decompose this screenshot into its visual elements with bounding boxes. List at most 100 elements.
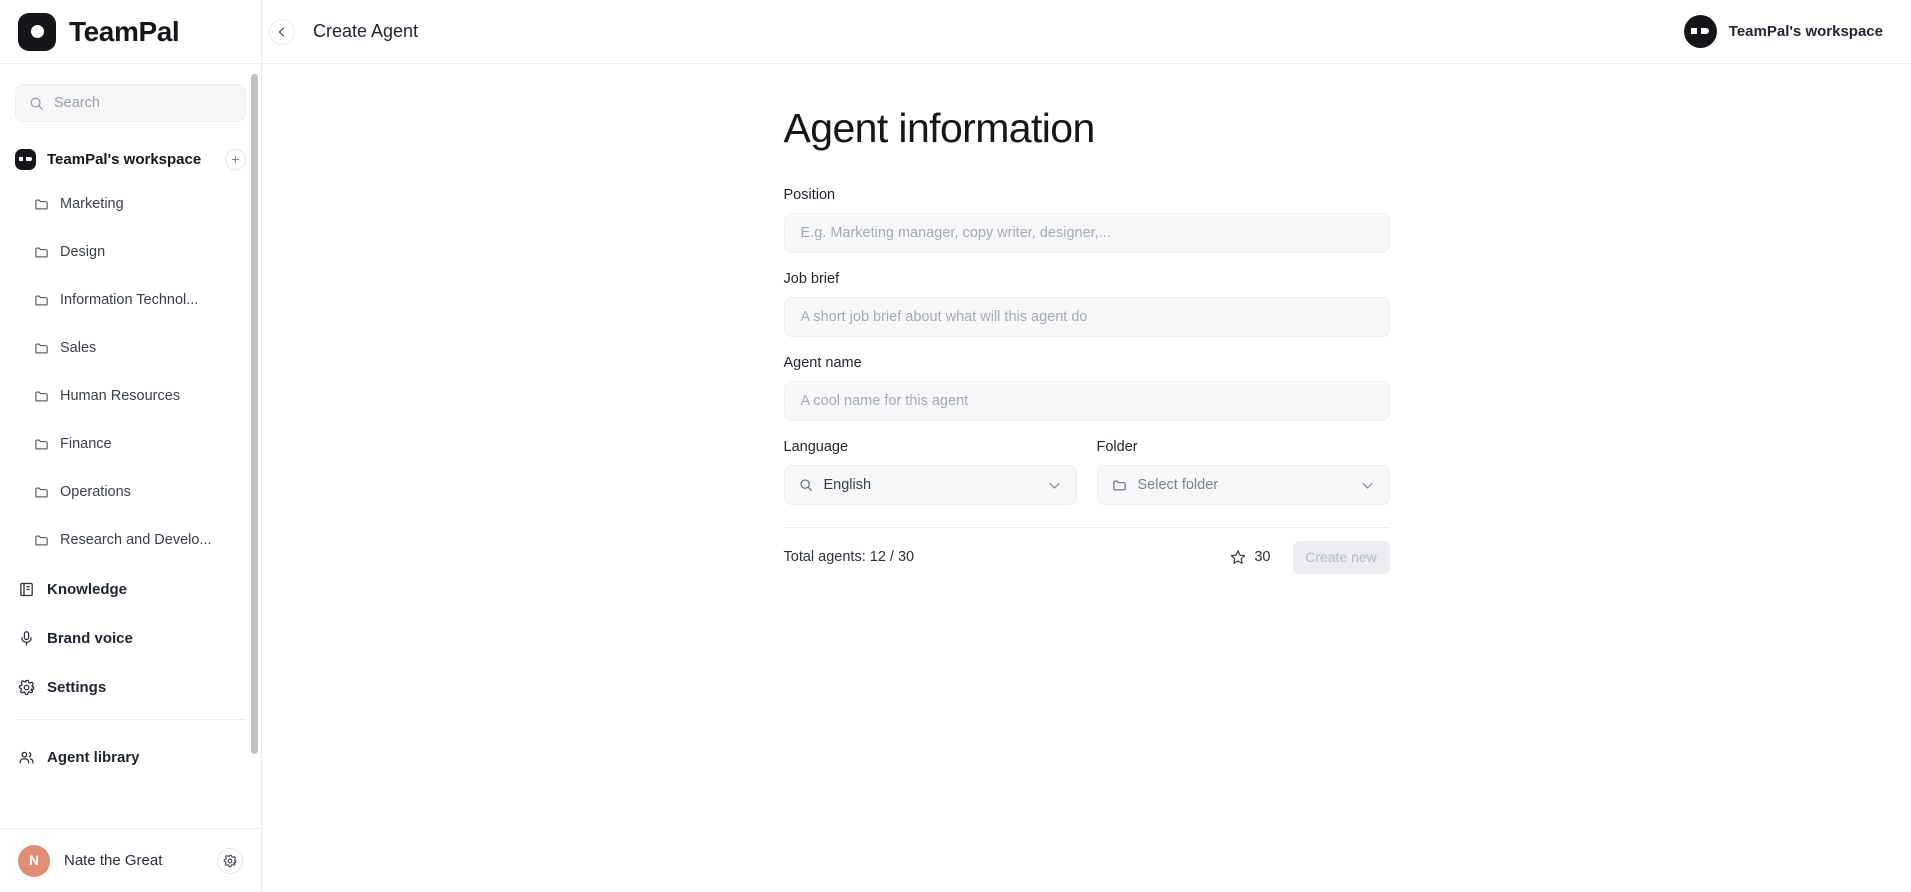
language-label: Language xyxy=(783,439,849,456)
folder-value: Select folder xyxy=(1137,477,1219,494)
book-icon xyxy=(18,581,35,598)
sidebar-item-research-and-development[interactable]: Research and Develo... xyxy=(0,524,261,556)
form-footer: Total agents: 12 / 30 30 Create new xyxy=(784,528,1390,586)
sidebar-workspace-name: TeamPal's workspace xyxy=(47,150,202,168)
folder-icon xyxy=(34,197,49,212)
job-brief-input[interactable]: A short job brief about what will this a… xyxy=(783,297,1390,338)
star-icon xyxy=(1230,549,1246,565)
sidebar-item-finance[interactable]: Finance xyxy=(0,428,261,460)
agent-name-placeholder: A cool name for this agent xyxy=(800,393,969,410)
agent-name-label: Agent name xyxy=(783,355,862,372)
language-folder-row: Language English Folder Select folder xyxy=(783,439,1390,506)
folder-icon xyxy=(34,389,49,404)
search-icon xyxy=(799,478,813,492)
agent-name-field-group: Agent name A cool name for this agent xyxy=(783,355,1390,422)
job-brief-label: Job brief xyxy=(783,271,840,288)
folder-label: Folder xyxy=(1096,439,1138,456)
teampal-dot-logo-icon xyxy=(18,12,56,51)
chevron-down-icon xyxy=(1047,478,1062,493)
create-new-button[interactable]: Create new xyxy=(1292,540,1390,574)
search-placeholder: Search xyxy=(54,95,100,111)
sidebar-item-label: Knowledge xyxy=(47,580,128,598)
avatar: N xyxy=(18,844,50,877)
sidebar-item-marketing[interactable]: Marketing xyxy=(0,188,261,220)
user-profile-bar[interactable]: N Nate the Great xyxy=(0,828,261,892)
search-icon xyxy=(29,96,44,111)
sidebar-nav-list: Knowledge Brand voice Settings xyxy=(0,572,261,704)
brand-header[interactable]: TeamPal xyxy=(0,0,261,64)
position-field-group: Position E.g. Marketing manager, copy wr… xyxy=(783,187,1390,254)
chevron-down-icon xyxy=(1360,478,1375,493)
brand-name: TeamPal xyxy=(69,15,180,47)
sidebar-item-label: Settings xyxy=(47,678,107,696)
sidebar-item-label: Sales xyxy=(60,340,97,356)
gear-icon xyxy=(223,854,237,868)
sidebar-item-label: Human Resources xyxy=(60,388,181,404)
workspace-avatar-icon xyxy=(1683,15,1717,48)
folder-icon xyxy=(34,341,49,356)
topbar: Create Agent TeamPal's workspace xyxy=(262,0,1911,64)
content-area: Agent information Position E.g. Marketin… xyxy=(262,64,1911,892)
app-root: TeamPal Search TeamPal's workspace + Mar… xyxy=(0,0,1911,892)
sidebar-item-knowledge[interactable]: Knowledge xyxy=(0,572,261,606)
page-title: Create Agent xyxy=(313,21,419,41)
sidebar-item-label: Operations xyxy=(60,484,131,500)
sidebar: TeamPal Search TeamPal's workspace + Mar… xyxy=(0,0,262,892)
folder-icon xyxy=(34,533,49,548)
folder-icon xyxy=(34,293,49,308)
workspace-selector[interactable]: TeamPal's workspace xyxy=(1683,15,1883,48)
folder-select[interactable]: Select folder xyxy=(1096,465,1390,506)
sidebar-item-design[interactable]: Design xyxy=(0,236,261,268)
folder-icon xyxy=(34,245,49,260)
chevron-left-icon xyxy=(276,26,288,38)
sidebar-scroll-area: Search TeamPal's workspace + Marketing D… xyxy=(0,64,261,828)
sidebar-item-label: Marketing xyxy=(60,196,124,212)
sidebar-item-label: Finance xyxy=(60,436,112,452)
language-select[interactable]: English xyxy=(783,465,1077,506)
credits-indicator: 30 xyxy=(1230,549,1271,566)
sidebar-item-label: Brand voice xyxy=(47,629,133,647)
sidebar-item-settings[interactable]: Settings xyxy=(0,670,261,704)
main-area: Create Agent TeamPal's workspace Agent i… xyxy=(262,0,1911,892)
folder-field-group: Folder Select folder xyxy=(1096,439,1390,506)
microphone-icon xyxy=(18,630,35,647)
sidebar-item-label: Information Technol... xyxy=(60,292,199,308)
position-placeholder: E.g. Marketing manager, copy writer, des… xyxy=(800,225,1111,242)
user-name: Nate the Great xyxy=(64,852,163,869)
job-brief-placeholder: A short job brief about what will this a… xyxy=(800,309,1088,326)
add-workspace-button[interactable]: + xyxy=(225,148,246,170)
form-heading: Agent information xyxy=(783,105,1096,151)
sidebar-footer-nav: Agent library xyxy=(0,720,261,774)
folder-list: Marketing Design Information Technol... … xyxy=(0,188,261,556)
language-field-group: Language English xyxy=(783,439,1077,506)
folder-icon xyxy=(1112,478,1127,493)
workspace-avatar-icon xyxy=(15,148,36,170)
position-input[interactable]: E.g. Marketing manager, copy writer, des… xyxy=(783,213,1390,254)
agent-name-input[interactable]: A cool name for this agent xyxy=(783,381,1390,422)
sidebar-item-information-technology[interactable]: Information Technol... xyxy=(0,284,261,316)
search-wrapper: Search xyxy=(0,74,261,122)
credits-count: 30 xyxy=(1254,549,1271,566)
sidebar-item-brand-voice[interactable]: Brand voice xyxy=(0,621,261,655)
users-icon xyxy=(18,749,35,766)
folder-icon xyxy=(34,485,49,500)
total-agents-text: Total agents: 12 / 30 xyxy=(783,549,915,566)
workspace-label: TeamPal's workspace xyxy=(1728,23,1883,40)
sidebar-item-sales[interactable]: Sales xyxy=(0,332,261,364)
position-label: Position xyxy=(783,187,836,204)
user-settings-button[interactable] xyxy=(217,847,243,874)
sidebar-item-operations[interactable]: Operations xyxy=(0,476,261,508)
sidebar-workspace-row[interactable]: TeamPal's workspace + xyxy=(0,144,261,174)
sidebar-item-label: Research and Develo... xyxy=(60,532,212,548)
sidebar-scrollbar[interactable] xyxy=(251,74,258,754)
sidebar-item-label: Design xyxy=(60,244,106,260)
folder-icon xyxy=(34,437,49,452)
gear-icon xyxy=(18,679,35,696)
sidebar-item-label: Agent library xyxy=(47,748,140,766)
sidebar-item-agent-library[interactable]: Agent library xyxy=(0,740,261,774)
language-value: English xyxy=(823,477,872,494)
search-input[interactable]: Search xyxy=(15,84,246,122)
sidebar-item-human-resources[interactable]: Human Resources xyxy=(0,380,261,412)
back-button[interactable] xyxy=(269,18,295,45)
job-brief-field-group: Job brief A short job brief about what w… xyxy=(783,271,1390,338)
